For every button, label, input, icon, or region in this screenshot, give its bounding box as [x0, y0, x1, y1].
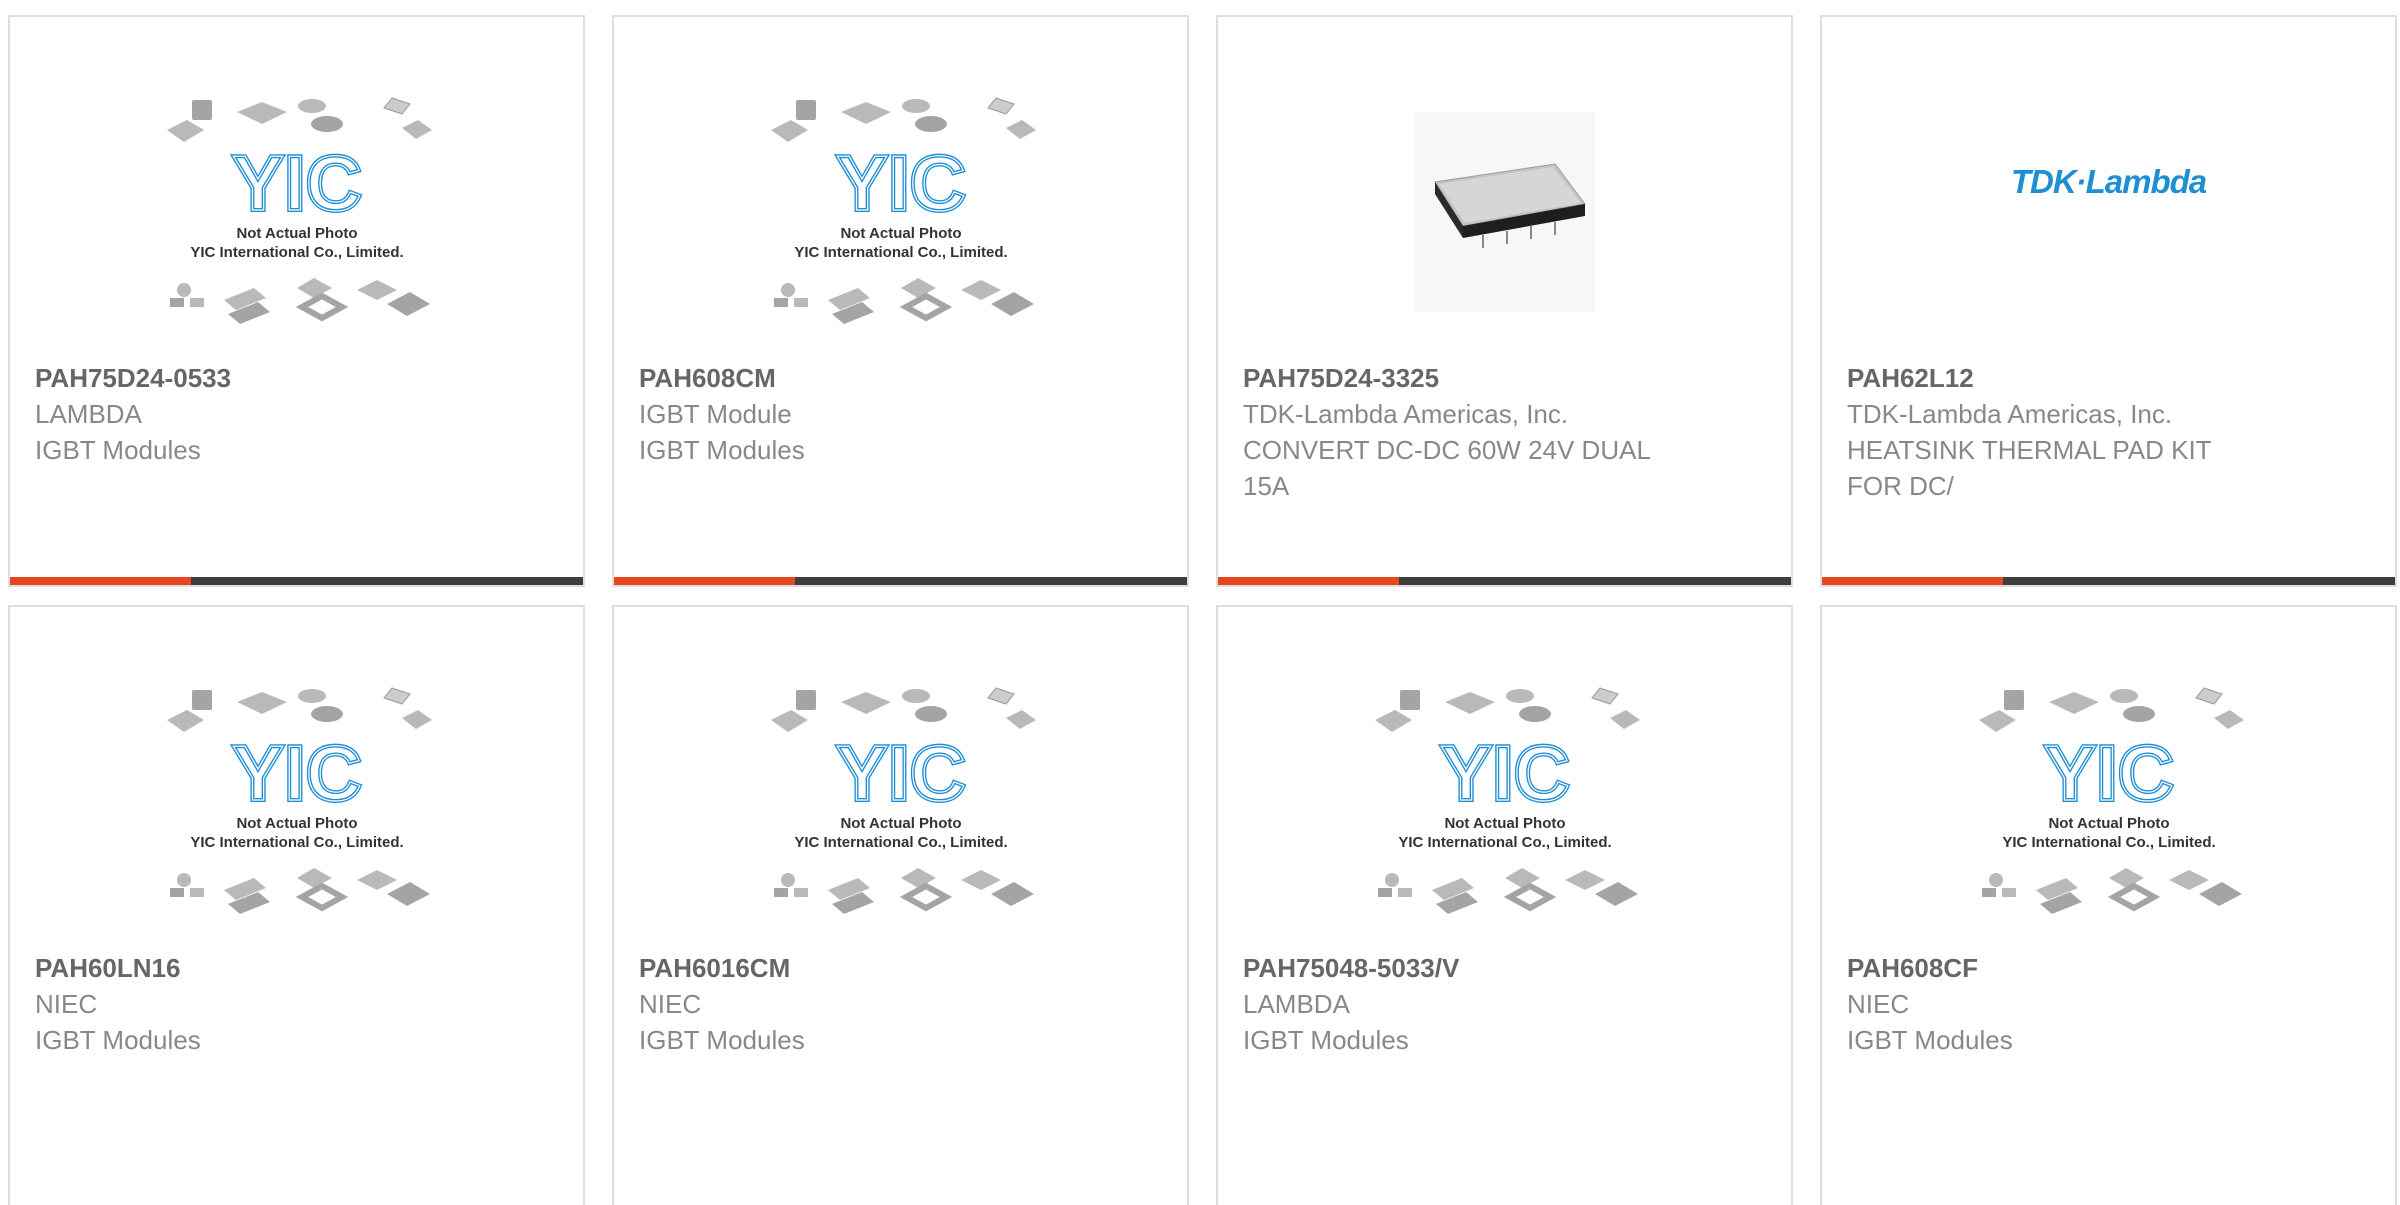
part-number-link[interactable]: PAH75D24-0533 [35, 360, 558, 396]
description-label: IGBT Modules [1243, 1025, 1409, 1055]
product-card[interactable]: PAH75D24-3325 TDK-Lambda Americas, Inc. … [1216, 15, 1793, 587]
part-number-link[interactable]: PAH608CF [1847, 950, 2370, 986]
part-number-link[interactable]: PAH6016CM [639, 950, 1162, 986]
svg-text:YIC International Co., Limited: YIC International Co., Limited. [190, 244, 403, 261]
svg-text:YIC: YIC [835, 729, 965, 817]
part-number-link[interactable]: PAH75048-5033/V [1243, 950, 1766, 986]
svg-text:YIC: YIC [1439, 729, 1569, 817]
yic-placeholder-image: YICYICNot Actual PhotoYIC International … [1978, 687, 2244, 914]
description-label: IGBT Modules [35, 1025, 201, 1055]
product-card[interactable]: YIC YIC Not Actual Photo YIC International … [8, 605, 585, 1205]
description-label: IGBT Modules [1847, 1025, 2013, 1055]
svg-text:YIC: YIC [835, 139, 965, 227]
product-card[interactable]: YIC YIC Not Actual Photo YIC International … [1820, 605, 2397, 1205]
product-card[interactable]: YIC YIC Not Actual Photo YIC International … [612, 15, 1189, 587]
part-number-link[interactable]: PAH75D24-3325 [1243, 360, 1766, 396]
manufacturer-label: TDK-Lambda Americas, Inc. [1243, 399, 1569, 429]
svg-text:YIC: YIC [231, 139, 361, 227]
manufacturer-label: LAMBDA [1243, 989, 1350, 1019]
tdk-lambda-logo: TDK·Lambda [2010, 163, 2207, 200]
svg-text:Not Actual Photo: Not Actual Photo [236, 225, 357, 242]
description-label: IGBT Modules [639, 1025, 805, 1055]
card-accent-bar [1822, 577, 2395, 585]
product-image[interactable]: YIC YIC Not Actual Photo YIC International … [10, 647, 583, 957]
product-image[interactable]: YIC YIC Not Actual Photo YIC International … [1822, 647, 2395, 957]
svg-text:Not Actual Photo: Not Actual Photo [840, 225, 961, 242]
manufacturer-label: LAMBDA [35, 399, 142, 429]
product-image[interactable] [1218, 57, 1791, 367]
manufacturer-label: IGBT Module [639, 399, 792, 429]
product-card[interactable]: TDK·Lambda PAH62L12 TDK-Lambda Americas,… [1820, 15, 2397, 587]
product-image[interactable]: TDK·Lambda [1822, 57, 2395, 367]
part-number-link[interactable]: PAH608CM [639, 360, 1162, 396]
yic-placeholder-image: YICYICNot Actual PhotoYIC International … [166, 97, 432, 324]
manufacturer-label: NIEC [1847, 989, 1910, 1019]
svg-text:Not Actual Photo: Not Actual Photo [840, 815, 961, 832]
description-label: IGBT Modules [35, 435, 201, 465]
product-image[interactable]: YIC YIC Not Actual Photo YIC International … [614, 647, 1187, 957]
product-image[interactable]: YIC YIC Not Actual Photo YIC International … [10, 57, 583, 367]
yic-placeholder-image: YICYICNot Actual PhotoYIC International … [770, 97, 1036, 324]
yic-placeholder-image: YICYICNot Actual PhotoYIC International … [770, 687, 1036, 914]
yic-placeholder-image: YICYICNot Actual PhotoYIC International … [1374, 687, 1640, 914]
description-label: HEATSINK THERMAL PAD KIT FOR DC/ [1847, 435, 2212, 501]
card-accent-bar [614, 577, 1187, 585]
svg-text:YIC International Co., Limited: YIC International Co., Limited. [794, 244, 1007, 261]
product-image[interactable]: YIC YIC Not Actual Photo YIC International … [1218, 647, 1791, 957]
svg-text:Not Actual Photo: Not Actual Photo [2048, 815, 2169, 832]
svg-text:Not Actual Photo: Not Actual Photo [236, 815, 357, 832]
manufacturer-label: NIEC [35, 989, 98, 1019]
card-accent-bar [10, 577, 583, 585]
part-number-link[interactable]: PAH62L12 [1847, 360, 2370, 396]
product-grid: YIC YIC Not Actual Photo YIC International … [0, 0, 2400, 1205]
card-accent-bar [1218, 577, 1791, 585]
svg-text:Not Actual Photo: Not Actual Photo [1444, 815, 1565, 832]
svg-text:YIC International Co., Limited: YIC International Co., Limited. [1398, 834, 1611, 851]
svg-text:YIC International Co., Limited: YIC International Co., Limited. [794, 834, 1007, 851]
svg-text:YIC: YIC [2043, 729, 2173, 817]
yic-placeholder-image: YICYICNot Actual PhotoYIC International … [166, 687, 432, 914]
svg-text:YIC International Co., Limited: YIC International Co., Limited. [2002, 834, 2215, 851]
part-number-link[interactable]: PAH60LN16 [35, 950, 558, 986]
product-card[interactable]: YIC YIC Not Actual Photo YIC International … [1216, 605, 1793, 1205]
description-label: IGBT Modules [639, 435, 805, 465]
manufacturer-label: NIEC [639, 989, 702, 1019]
description-label: CONVERT DC-DC 60W 24V DUAL 15A [1243, 435, 1650, 501]
product-card[interactable]: YIC YIC Not Actual Photo YIC International … [612, 605, 1189, 1205]
manufacturer-label: TDK-Lambda Americas, Inc. [1847, 399, 2173, 429]
svg-text:YIC International Co., Limited: YIC International Co., Limited. [190, 834, 403, 851]
product-card[interactable]: YIC YIC Not Actual Photo YIC International … [8, 15, 585, 587]
dc-dc-converter-photo [1414, 112, 1595, 312]
product-image[interactable]: YIC YIC Not Actual Photo YIC International … [614, 57, 1187, 367]
svg-text:YIC: YIC [231, 729, 361, 817]
